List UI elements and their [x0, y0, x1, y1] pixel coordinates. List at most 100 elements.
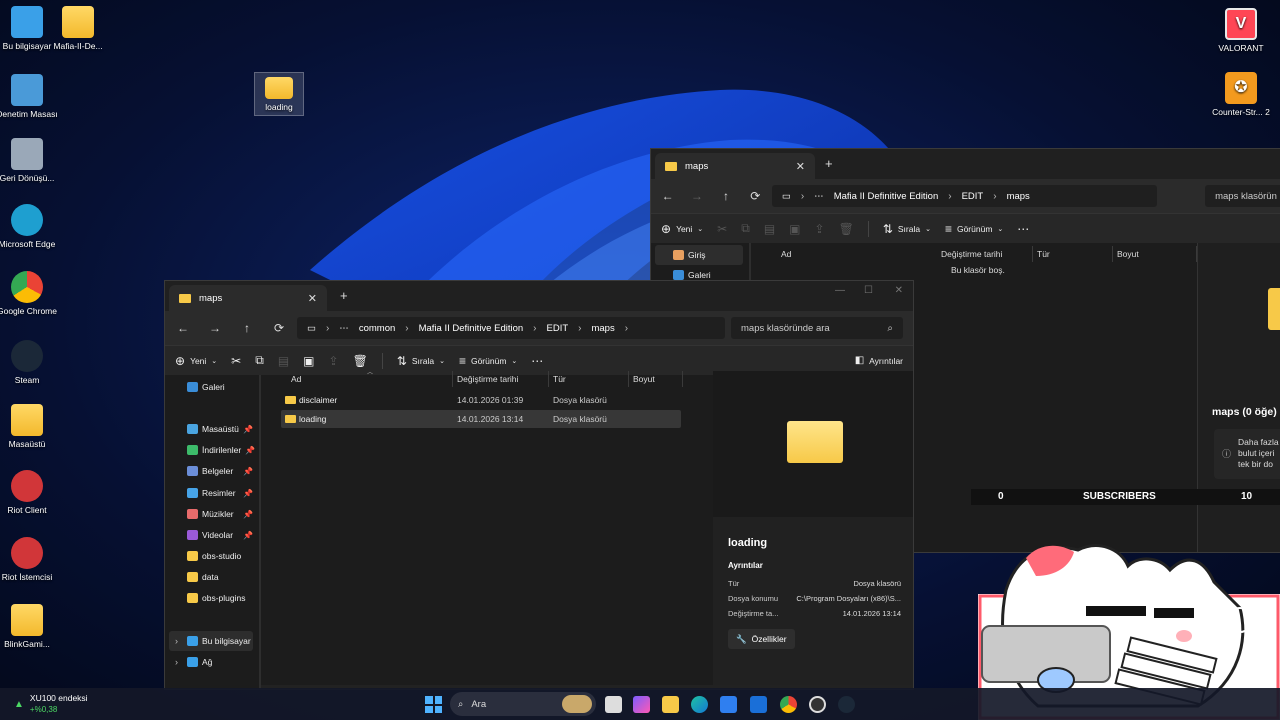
table-row[interactable]: disclaimer 14.01.2026 01:39 Dosya klasörü [281, 391, 681, 409]
nav-item[interactable]: › Bu bilgisayar [169, 631, 253, 651]
pin-icon[interactable]: 📌 [243, 467, 253, 476]
copy-icon[interactable]: ⧉ [255, 353, 264, 368]
nav-item[interactable]: Belgeler 📌 [169, 461, 253, 481]
new-tab-icon[interactable]: + [340, 288, 348, 303]
address-bar[interactable]: ▭ › ⋯ Mafia II Definitive Edition › EDIT › … [771, 185, 1158, 207]
breadcrumb-item[interactable]: Mafia II Definitive Edition [419, 323, 524, 334]
pin-icon[interactable]: 📌 [245, 446, 255, 455]
column-header-type[interactable]: Tür [1033, 246, 1113, 262]
pin-icon[interactable]: 📌 [243, 531, 253, 540]
paste-icon[interactable]: ▤ [764, 222, 775, 236]
rename-icon[interactable]: ▣ [789, 222, 800, 236]
window-close-icon[interactable]: ✕ [895, 285, 903, 296]
nav-item[interactable]: Resimler 📌 [169, 483, 253, 503]
column-header-name[interactable]: Ad [777, 246, 937, 262]
desktop-icon-loading[interactable]: loading [254, 72, 304, 116]
share-icon[interactable]: ⇪ [815, 222, 825, 236]
cut-icon[interactable]: ✂ [717, 222, 727, 236]
desktop-icon[interactable]: Geri Dönüşü... [0, 138, 58, 183]
forward-icon[interactable]: → [682, 189, 711, 203]
desktop-icon[interactable]: Microsoft Edge [0, 204, 58, 249]
chevron-right-icon[interactable]: › [175, 636, 178, 646]
close-icon[interactable]: ✕ [796, 160, 805, 173]
breadcrumb-item[interactable]: Mafia II Definitive Edition [834, 191, 939, 202]
sort-button[interactable]: ⇅ Sırala ⌄ [883, 222, 931, 236]
new-tab-icon[interactable]: + [825, 156, 833, 171]
nav-item[interactable]: › Ağ [169, 652, 253, 672]
task-view-icon[interactable] [605, 696, 622, 713]
sort-button[interactable]: ⇅ Sırala ⌄ [397, 354, 445, 368]
breadcrumb-item[interactable]: maps [591, 323, 614, 334]
refresh-icon[interactable]: ⟳ [263, 321, 295, 335]
nav-item[interactable]: İndirilenler 📌 [169, 440, 255, 460]
chrome-icon[interactable] [780, 696, 797, 713]
table-row[interactable]: loading 14.01.2026 13:14 Dosya klasörü [281, 410, 681, 428]
nav-item-home[interactable]: Giriş [655, 245, 743, 265]
stock-widget[interactable]: ▲ XU100 endeksi +%0,38 [14, 692, 88, 716]
desktop-icon[interactable]: Google Chrome [0, 271, 58, 316]
search-input[interactable]: maps klasöründe ara ⌕ [731, 317, 903, 339]
desktop-icon[interactable]: Denetim Masası [0, 74, 58, 119]
paste-icon[interactable]: ▤ [278, 354, 289, 368]
nav-item[interactable]: Masaüstü 📌 [169, 419, 253, 439]
details-pane-button[interactable]: ◧ Ayrıntılar [855, 355, 903, 366]
new-button[interactable]: ⊕ Yeni ⌄ [661, 222, 703, 236]
obs-icon[interactable] [809, 696, 826, 713]
forward-icon[interactable]: → [199, 321, 231, 335]
nav-item[interactable]: Videolar 📌 [169, 525, 253, 545]
desktop-icon[interactable]: Riot İstemcisi [0, 537, 58, 582]
new-button[interactable]: ⊕ Yeni ⌄ [175, 354, 217, 368]
store-icon[interactable] [720, 696, 737, 713]
column-header-size[interactable]: Boyut [629, 371, 683, 387]
taskbar-search[interactable]: ⌕ Ara [450, 692, 596, 716]
breadcrumb-item[interactable]: EDIT [962, 191, 984, 202]
desktop-icon-valorant[interactable]: V VALORANT [1210, 8, 1272, 53]
desktop-icon[interactable]: Steam [0, 340, 58, 385]
desktop-icon[interactable]: Mafia-II-De... [47, 6, 109, 51]
view-button[interactable]: ≡ Görünüm ⌄ [459, 354, 517, 368]
desktop-icon[interactable]: Riot Client [0, 470, 58, 515]
desktop-icon[interactable]: Masaüstü [0, 404, 58, 449]
nav-item[interactable]: data [169, 567, 253, 587]
column-header-type[interactable]: Tür [549, 371, 629, 387]
pin-icon[interactable]: 📌 [243, 425, 253, 434]
pin-icon[interactable]: 📌 [243, 489, 253, 498]
more-options-icon[interactable]: ⋯ [531, 354, 543, 368]
start-button[interactable] [425, 696, 442, 713]
steam-icon[interactable] [838, 696, 855, 713]
up-icon[interactable]: ↑ [231, 321, 263, 335]
copilot-icon[interactable] [633, 696, 650, 713]
outlook-icon[interactable] [750, 696, 767, 713]
nav-item[interactable]: Müzikler 📌 [169, 504, 253, 524]
breadcrumb-item[interactable]: EDIT [547, 323, 569, 334]
back-icon[interactable]: ← [167, 321, 199, 335]
chevron-right-icon[interactable]: › [175, 657, 178, 667]
tab-maps[interactable]: maps ✕ [169, 285, 327, 311]
cut-icon[interactable]: ✂ [231, 354, 241, 368]
share-icon[interactable]: ⇪ [329, 354, 339, 368]
more-options-icon[interactable]: ⋯ [1017, 222, 1029, 236]
pin-icon[interactable]: 📌 [243, 510, 253, 519]
file-explorer-icon[interactable] [662, 696, 679, 713]
nav-item[interactable]: obs-plugins [169, 588, 253, 608]
properties-button[interactable]: 🔧 Özellikler [728, 629, 795, 649]
nav-item[interactable]: Galeri [169, 377, 253, 397]
delete-icon[interactable]: 🗑 [353, 354, 368, 368]
desktop-icon[interactable]: BlinkGami... [0, 604, 58, 649]
refresh-icon[interactable]: ⟳ [741, 189, 770, 203]
column-header-date[interactable]: Değiştirme tarihi [937, 246, 1033, 262]
column-header-size[interactable]: Boyut [1113, 246, 1197, 262]
rename-icon[interactable]: ▣ [303, 354, 314, 368]
close-icon[interactable]: ✕ [308, 292, 317, 305]
minimize-icon[interactable]: — [835, 285, 845, 296]
edge-icon[interactable] [691, 696, 708, 713]
tab-maps[interactable]: maps ✕ [655, 153, 815, 179]
column-header-date[interactable]: Değiştirme tarihi [453, 371, 549, 387]
breadcrumb-item[interactable]: maps [1007, 191, 1030, 202]
back-icon[interactable]: ← [653, 189, 682, 203]
explorer-window-front[interactable]: maps ✕ + — ☐ ✕ ← → ↑ ⟳ ▭ › ⋯ common › Mafi… [164, 280, 914, 690]
view-button[interactable]: ≡ Görünüm ⌄ [945, 222, 1003, 236]
desktop-icon-counter-strike[interactable]: ✪ Counter-Str... 2 [1210, 72, 1272, 117]
up-icon[interactable]: ↑ [711, 189, 740, 203]
breadcrumb-item[interactable]: common [359, 323, 395, 334]
